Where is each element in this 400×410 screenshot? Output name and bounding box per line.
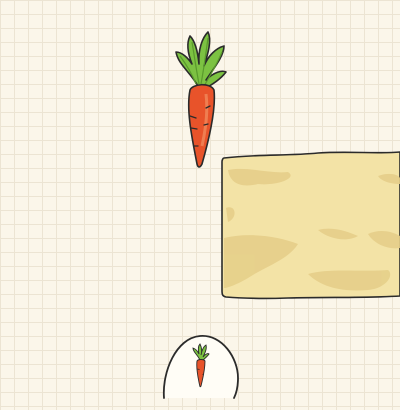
sand-ground-block	[218, 148, 400, 304]
inventory-slot-circle	[162, 335, 239, 399]
game-scene	[0, 0, 400, 410]
inventory-slot[interactable]	[160, 332, 240, 400]
